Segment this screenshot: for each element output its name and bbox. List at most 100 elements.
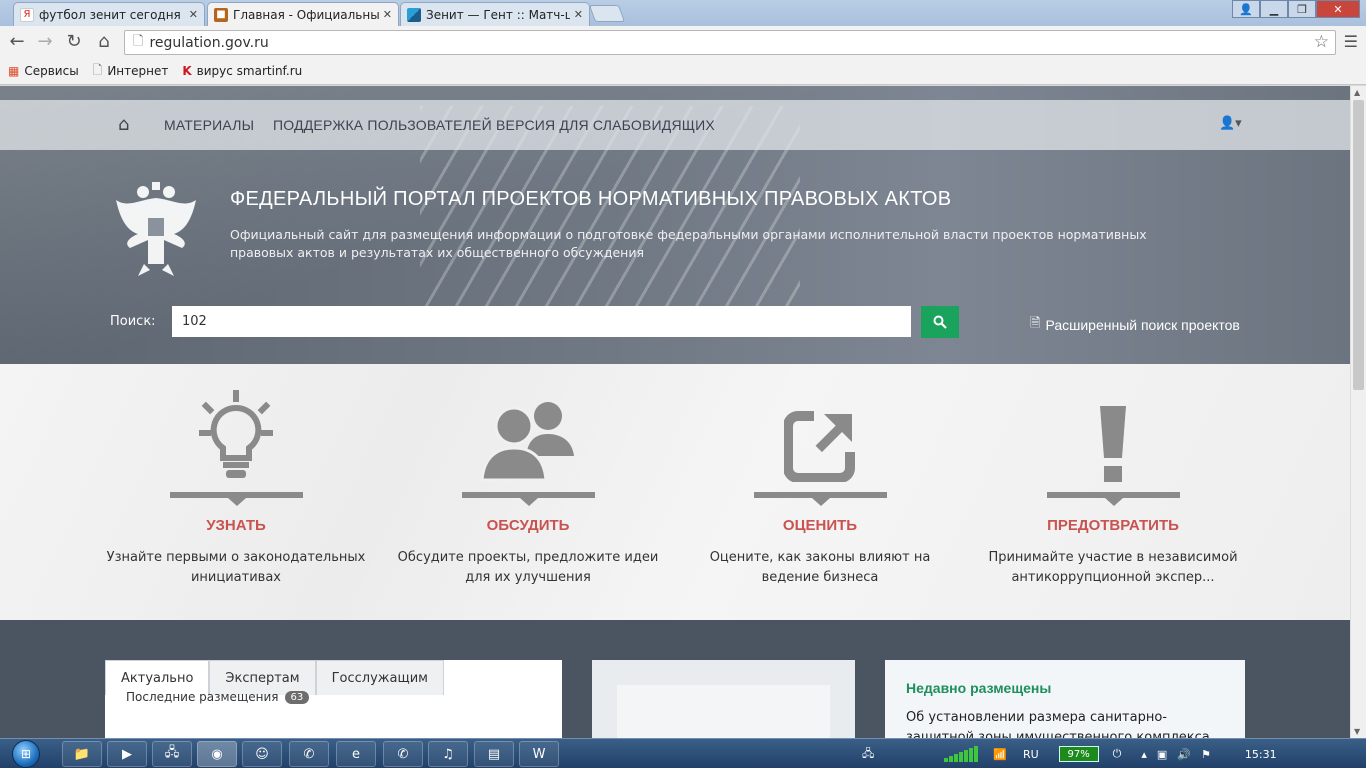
profile-icon[interactable]: 👤: [1232, 0, 1260, 18]
nav-materials[interactable]: МАТЕРИАЛЫ: [164, 117, 254, 133]
features-section: УЗНАТЬ Узнайте первыми о законодательных…: [0, 364, 1350, 620]
page-icon: 🗋: [133, 33, 144, 49]
kaspersky-icon: K: [182, 64, 192, 78]
url-text[interactable]: regulation.gov.ru: [149, 35, 268, 51]
feature-learn[interactable]: УЗНАТЬ Узнайте первыми о законодательных…: [101, 364, 371, 588]
close-tab-icon[interactable]: ✕: [383, 8, 392, 21]
hero-section: ⌂ МАТЕРИАЛЫ ПОДДЕРЖКА ПОЛЬЗОВАТЕЛЕЙ ВЕРС…: [0, 86, 1350, 364]
feature-description: Обсудите проекты, предложите идеи для их…: [397, 550, 659, 585]
word-icon[interactable]: W: [519, 741, 559, 767]
windows-logo-icon: ⊞: [12, 740, 40, 768]
feature-title[interactable]: УЗНАТЬ: [101, 517, 371, 534]
device-icon[interactable]: ▣: [1157, 748, 1167, 761]
volume-icon[interactable]: 🔊: [1177, 748, 1191, 761]
close-tab-icon[interactable]: ✕: [189, 8, 198, 21]
network-app-icon[interactable]: 🖧: [152, 741, 192, 767]
latest-count-badge: 63: [284, 690, 310, 704]
zenit-icon: [407, 7, 421, 22]
home-icon[interactable]: ⌂: [93, 31, 115, 52]
minimize-button[interactable]: ▁: [1260, 0, 1288, 18]
feature-prevent[interactable]: ПРЕДОТВРАТИТЬ Принимайте участие в незав…: [978, 364, 1248, 588]
messenger-icon[interactable]: ☺: [242, 741, 282, 767]
explorer-icon[interactable]: 📁: [62, 741, 102, 767]
show-hidden-icons[interactable]: ▴: [1141, 748, 1147, 761]
close-tab-icon[interactable]: ✕: [574, 8, 583, 21]
nav-support[interactable]: ПОДДЕРЖКА ПОЛЬЗОВАТЕЛЕЙ: [273, 117, 492, 133]
chrome-icon[interactable]: ◉: [197, 741, 237, 767]
network-warning-icon[interactable]: 🖧: [862, 745, 874, 764]
feature-description: Принимайте участие в независимой антикор…: [988, 550, 1238, 585]
page-icon: 🗋: [92, 62, 103, 77]
battery-indicator[interactable]: 97%: [1058, 746, 1099, 762]
tab-regulation[interactable]: ■ Главная - Официальный ✕: [207, 2, 399, 26]
back-icon[interactable]: ←: [6, 31, 28, 52]
browser-menu-icon[interactable]: ☰: [1344, 32, 1358, 51]
yandex-icon: Я: [20, 7, 34, 22]
portal-description: Официальный сайт для размещения информац…: [230, 227, 1147, 260]
action-center-flag-icon[interactable]: ⚑: [1201, 748, 1211, 761]
bookmarks-bar: ▦ Сервисы 🗋 Интернет K вирус smartinf.ru: [0, 58, 1366, 85]
feature-divider: [461, 492, 595, 506]
middle-panel: [592, 660, 855, 738]
search-input[interactable]: [172, 306, 911, 337]
new-tab-button[interactable]: [588, 5, 626, 22]
wireless-icon[interactable]: 📶: [993, 748, 1007, 761]
language-indicator[interactable]: RU: [1023, 748, 1039, 761]
maximize-button[interactable]: ❐: [1288, 0, 1316, 18]
media-player-icon[interactable]: ▶: [107, 741, 147, 767]
clock[interactable]: 15:31: [1245, 748, 1277, 761]
close-window-button[interactable]: ✕: [1316, 0, 1360, 18]
tab-search[interactable]: Я футбол зенит сегодня пр ✕: [13, 2, 205, 26]
search-button[interactable]: [921, 306, 959, 338]
feature-divider: [753, 492, 887, 506]
feature-title[interactable]: ОЦЕНИТЬ: [685, 517, 955, 534]
feature-divider: [169, 492, 303, 506]
home-icon[interactable]: ⌂: [118, 114, 129, 135]
advanced-search-link[interactable]: 🗎 Расширенный поиск проектов: [1030, 314, 1240, 336]
reload-icon[interactable]: ↻: [63, 31, 85, 52]
people-icon: [480, 402, 574, 482]
calculator-icon[interactable]: ▤: [474, 741, 514, 767]
bookmark-internet[interactable]: 🗋 Интернет: [93, 61, 169, 82]
latest-postings[interactable]: Последние размещения 63: [126, 690, 310, 704]
windows-taskbar: ⊞ 📁 ▶ 🖧 ◉ ☺ ✆ e ✆ ♫ ▤ W 🖧 📶 RU 97% ⏻ ▴ ▣…: [0, 738, 1366, 768]
signal-strength-icon[interactable]: [944, 746, 979, 762]
power-plug-icon[interactable]: ⏻: [1113, 747, 1122, 761]
exclamation-icon: [1100, 406, 1126, 482]
portal-title: ФЕДЕРАЛЬНЫЙ ПОРТАЛ ПРОЕКТОВ НОРМАТИВНЫХ …: [230, 188, 952, 210]
bookmark-star-icon[interactable]: ☆: [1314, 32, 1329, 52]
viber-icon-2[interactable]: ✆: [383, 741, 423, 767]
regulation-icon: ■: [214, 7, 228, 22]
scrollbar-thumb[interactable]: [1353, 100, 1364, 390]
tab-civil-servants[interactable]: Госслужащим: [315, 660, 444, 695]
search-label: Поиск:: [110, 314, 156, 329]
feature-title[interactable]: ОБСУДИТЬ: [393, 517, 663, 534]
site-navigation: ⌂ МАТЕРИАЛЫ ПОДДЕРЖКА ПОЛЬЗОВАТЕЛЕЙ ВЕРС…: [0, 100, 1350, 150]
feature-discuss[interactable]: ОБСУДИТЬ Обсудите проекты, предложите ид…: [393, 364, 663, 588]
search-icon: [933, 315, 947, 329]
bookmark-virus[interactable]: K вирус smartinf.ru: [182, 64, 302, 78]
address-bar[interactable]: 🗋 regulation.gov.ru ☆: [124, 30, 1336, 55]
start-button[interactable]: ⊞: [4, 739, 48, 768]
feature-title[interactable]: ПРЕДОТВРАТИТЬ: [978, 517, 1248, 534]
recent-item-link[interactable]: Об установлении размера санитарно-защитн…: [906, 708, 1231, 738]
external-link-icon: [784, 411, 855, 482]
bookmark-services[interactable]: ▦ Сервисы: [8, 64, 79, 78]
feature-description: Оцените, как законы влияют на ведение би…: [709, 550, 931, 585]
page-scrollbar[interactable]: ▲ ▼: [1350, 86, 1366, 738]
recent-heading: Недавно размещены: [906, 680, 1052, 696]
apps-grid-icon: ▦: [8, 64, 20, 78]
scroll-up-icon[interactable]: ▲: [1354, 88, 1360, 97]
internet-explorer-icon[interactable]: e: [336, 741, 376, 767]
forward-icon[interactable]: →: [34, 31, 56, 52]
lower-section: Актуально Экспертам Госслужащим Последни…: [0, 620, 1350, 738]
lightbulb-icon: [199, 390, 273, 478]
viber-icon[interactable]: ✆: [289, 741, 329, 767]
user-icon[interactable]: 👤▾: [1219, 116, 1242, 131]
tab-zenit[interactable]: Зенит — Гент :: Матч-цен ✕: [400, 2, 590, 26]
scroll-down-icon[interactable]: ▼: [1354, 727, 1360, 736]
feature-evaluate[interactable]: ОЦЕНИТЬ Оцените, как законы влияют на ве…: [685, 364, 955, 588]
nav-accessibility[interactable]: ВЕРСИЯ ДЛЯ СЛАБОВИДЯЩИХ: [496, 117, 715, 133]
document-icon: 🗎: [1030, 315, 1041, 330]
itunes-icon[interactable]: ♫: [428, 741, 468, 767]
